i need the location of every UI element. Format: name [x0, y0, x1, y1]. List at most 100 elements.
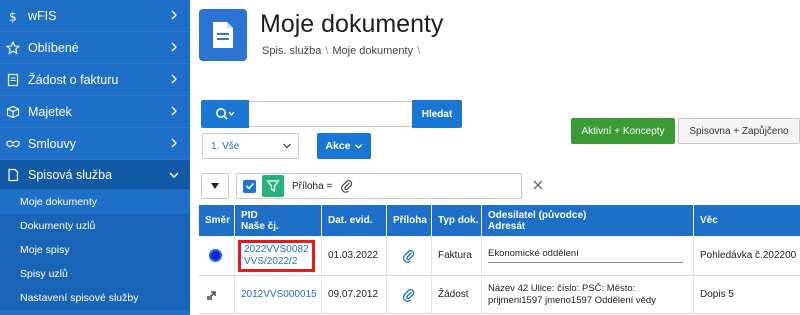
attachment-cell [387, 236, 432, 275]
search-options-button[interactable] [201, 100, 249, 128]
spisovna-button[interactable]: Spisovna + Zapůjčeno [678, 118, 800, 144]
type-cell: Žádost [432, 276, 482, 313]
cj-link[interactable]: VVS/2022/2 [244, 256, 309, 268]
chevron-right-icon [171, 138, 177, 148]
column-header-pid[interactable]: PID Naše čj. [235, 205, 322, 236]
sender-cell: Název 42 Ulice: číslo: PSČ: Město: prijm… [482, 276, 694, 313]
chevron-right-icon [171, 10, 177, 20]
search-input[interactable] [249, 101, 412, 127]
direction-cell [199, 276, 235, 313]
header-label: Věc [700, 215, 718, 226]
sender-text: Ekonomické oddělení [488, 248, 683, 263]
sidebar-submenu: Moje dokumenty Dokumenty uzlů Moje spisy… [0, 190, 190, 310]
direction-cell [199, 236, 235, 275]
header-label: Příloha [393, 215, 427, 226]
table-header: Směr PID Naše čj. Dat. evid. Příloha Typ… [199, 205, 800, 236]
documents-app-icon [199, 9, 247, 61]
pid-link[interactable]: 2012VVS000015 [241, 289, 317, 301]
column-header-smer[interactable]: Směr [199, 205, 235, 236]
dollar-icon: $ [6, 9, 20, 23]
column-header-vec[interactable]: Věc [694, 205, 800, 236]
table-row[interactable]: 2012VVS000015 09.07.2012 Žádost Název 42… [199, 276, 800, 314]
subject-cell: Pohledávka č.202200 [700, 250, 797, 261]
box-icon [6, 105, 20, 119]
breadcrumb-item[interactable]: Spis. služba [262, 45, 321, 57]
table-row[interactable]: 2022VVS0082 VVS/2022/2 01.03.2022 Faktur… [199, 236, 800, 276]
sidebar-item-label: Žádost o fakturu [28, 72, 119, 87]
sidebar-subitem-nastaveni[interactable]: Nastavení spisové služby [0, 286, 190, 310]
view-select-value: 1. Vše [211, 140, 240, 152]
date-cell: 09.07.2012 [322, 276, 387, 313]
file-icon [6, 168, 20, 182]
header-label: Dat. evid. [328, 215, 373, 226]
date-cell: 01.03.2022 [322, 236, 387, 275]
sidebar-item-label: Oblíbené [28, 40, 79, 55]
akce-button[interactable]: Akce [317, 133, 371, 159]
paperclip-icon[interactable] [402, 288, 416, 302]
sidebar-item-label: Smlouvy [28, 136, 76, 151]
column-header-priloha[interactable]: Příloha [387, 205, 432, 236]
breadcrumb: Spis. služba \ Moje dokumenty \ [262, 45, 420, 57]
chevron-right-icon [171, 74, 177, 84]
sidebar-item-majetek[interactable]: Majetek [0, 96, 190, 128]
sidebar-item-zadost[interactable]: Žádost o fakturu [0, 64, 190, 96]
header-label: Směr [205, 215, 231, 226]
pid-link[interactable]: 2022VVS0082 [244, 244, 309, 256]
column-header-typ-dok[interactable]: Typ dok. [432, 205, 482, 236]
sidebar-item-smlouvy[interactable]: Smlouvy [0, 128, 190, 160]
paperclip-icon[interactable] [402, 249, 416, 263]
document-icon [6, 73, 20, 87]
filter-toggle-button[interactable] [201, 173, 229, 199]
close-icon[interactable] [531, 178, 545, 192]
sidebar-subitem-moje-dokumenty[interactable]: Moje dokumenty [0, 190, 190, 214]
sidebar-item-label: wFIS [28, 8, 57, 23]
checkmark-icon [245, 182, 254, 190]
active-filter-bar: Příloha = [236, 173, 522, 199]
breadcrumb-item[interactable]: Moje dokumenty [332, 45, 413, 57]
chevron-down-icon [283, 143, 291, 149]
sender-cell: Ekonomické oddělení [482, 236, 694, 275]
header-label: PID [241, 209, 258, 221]
view-select[interactable]: 1. Vše [202, 133, 299, 159]
handshake-icon [6, 137, 20, 151]
caret-down-icon [211, 183, 219, 189]
header-label: Adresát [488, 220, 526, 232]
filter-checkbox[interactable] [243, 179, 256, 193]
active-concepts-button[interactable]: Aktivní + Koncepty [571, 118, 675, 144]
sidebar-item-spisova-sluzba[interactable]: Spisová služba [0, 160, 190, 190]
header-label: Odesilatel (původce) [488, 209, 587, 221]
sidebar-item-label: Majetek [28, 104, 72, 119]
chevron-down-icon [169, 172, 179, 178]
incoming-status-icon [209, 249, 222, 262]
search-button[interactable]: Hledat [412, 100, 462, 128]
akce-label: Akce [325, 140, 351, 152]
sidebar-item-oblibene[interactable]: Oblíbené [0, 32, 190, 64]
search-icon [216, 108, 235, 120]
sidebar-item-label: Spisová služba [28, 167, 113, 182]
pid-cell: 2012VVS000015 [235, 276, 322, 313]
sidebar-subitem-moje-spisy[interactable]: Moje spisy [0, 238, 190, 262]
breadcrumb-separator: \ [325, 45, 329, 57]
column-header-dat-evid[interactable]: Dat. evid. [322, 205, 387, 236]
sidebar-item-wfis[interactable]: $ wFIS [0, 0, 190, 32]
breadcrumb-separator: \ [417, 45, 421, 57]
sender-text-2: prijmeni1597 jmeno1597 Oddělení vědy [488, 294, 656, 306]
column-header-odesilatel[interactable]: Odesilatel (původce) Adresát [482, 205, 694, 236]
filter-label: Příloha = [292, 180, 333, 192]
chevron-right-icon [171, 42, 177, 52]
header-label: Typ dok. [438, 215, 479, 226]
documents-table: Směr PID Naše čj. Dat. evid. Příloha Typ… [199, 205, 800, 314]
type-cell: Faktura [432, 236, 482, 275]
sidebar: $ wFIS Oblíbené Žádost o fakturu Majetek [0, 0, 190, 315]
svg-text:$: $ [9, 10, 17, 23]
sender-text: Název 42 Ulice: číslo: PSČ: Město: [488, 282, 636, 294]
paperclip-icon [341, 180, 353, 193]
sidebar-subitem-spisy-uzlu[interactable]: Spisy uzlů [0, 262, 190, 286]
pid-cell: 2022VVS0082 VVS/2022/2 [235, 236, 322, 275]
sidebar-subitem-dokumenty-uzlu[interactable]: Dokumenty uzlů [0, 214, 190, 238]
star-icon [6, 40, 20, 55]
filter-funnel-icon[interactable] [262, 175, 284, 197]
subject-cell: Dopis 5 [700, 289, 734, 300]
header-label: Naše čj. [241, 220, 279, 232]
pid-highlight-box: 2022VVS0082 VVS/2022/2 [238, 239, 315, 272]
